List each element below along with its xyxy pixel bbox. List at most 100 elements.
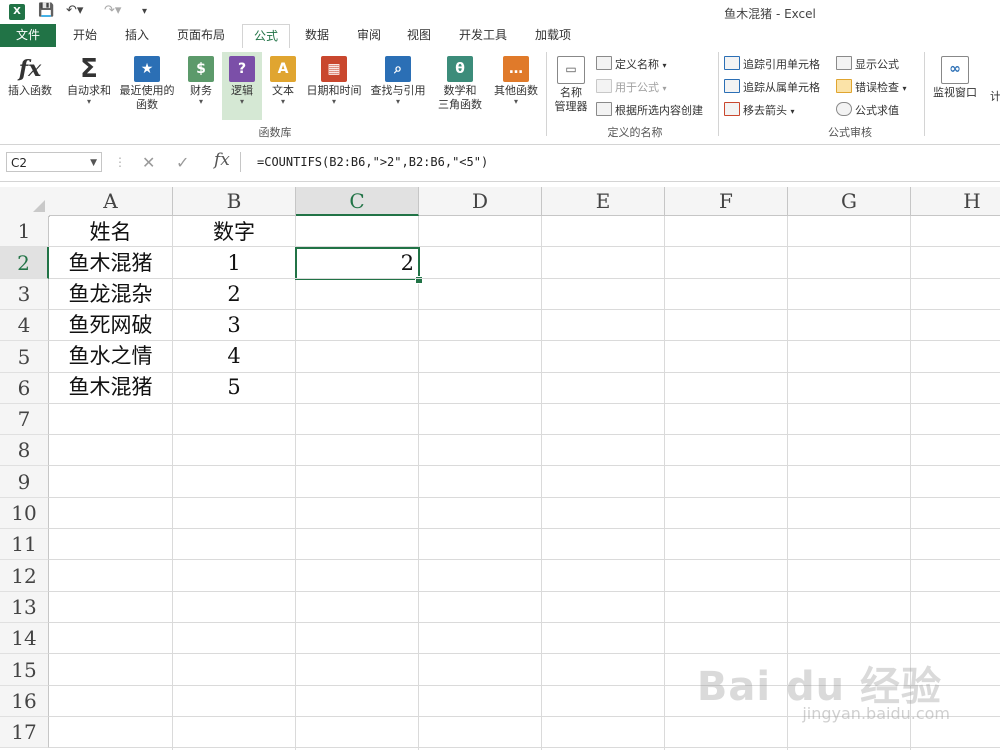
more-functions-button[interactable]: … 其他函数 ▾ bbox=[490, 56, 542, 106]
row-header-11[interactable]: 11 bbox=[0, 529, 49, 560]
calendar-icon: ▦ bbox=[321, 56, 347, 82]
chevron-down-icon: ▾ bbox=[662, 84, 667, 93]
row-header-5[interactable]: 5 bbox=[0, 341, 49, 373]
name-tag-icon: ▭ bbox=[557, 56, 585, 84]
gridline bbox=[49, 278, 1000, 279]
gridline bbox=[49, 372, 1000, 373]
cell-b3[interactable]: 2 bbox=[173, 279, 295, 310]
create-from-selection-button[interactable]: 根据所选内容创建 bbox=[596, 102, 703, 118]
group-separator bbox=[718, 52, 719, 136]
column-header-h[interactable]: H bbox=[911, 187, 1000, 216]
calculation-options-button-cutoff[interactable]: 计 bbox=[990, 88, 1000, 104]
select-all-button[interactable] bbox=[0, 187, 50, 217]
row-header-3[interactable]: 3 bbox=[0, 279, 49, 310]
tab-developer[interactable]: 开发工具 bbox=[450, 24, 516, 47]
customize-qat-icon[interactable]: ▾ bbox=[142, 6, 147, 17]
cell-b5[interactable]: 4 bbox=[173, 341, 295, 372]
ribbon: fx 插入函数 Σ 自动求和 ▾ ★ 最近使用的 函数 $ 财务 ▾ ? 逻辑 … bbox=[0, 48, 1000, 145]
date-time-button[interactable]: ▦ 日期和时间 ▾ bbox=[302, 56, 366, 106]
cell-b2[interactable]: 1 bbox=[173, 248, 295, 279]
autosum-button[interactable]: Σ 自动求和 ▾ bbox=[64, 56, 114, 106]
lookup-reference-button[interactable]: ⌕ 查找与引用 ▾ bbox=[368, 56, 428, 106]
row-header-1[interactable]: 1 bbox=[0, 216, 49, 247]
theta-book-icon: θ bbox=[447, 56, 473, 82]
row-header-4[interactable]: 4 bbox=[0, 310, 49, 341]
row-header-12[interactable]: 12 bbox=[0, 560, 49, 592]
formula-input[interactable]: =COUNTIFS(B2:B6,">2",B2:B6,"<5") bbox=[240, 152, 1000, 172]
column-header-g[interactable]: G bbox=[788, 187, 911, 216]
name-manager-button[interactable]: ▭ 名称 管理器 bbox=[550, 56, 592, 114]
error-checking-button[interactable]: 错误检查 ▾ bbox=[836, 79, 907, 95]
tab-addins[interactable]: 加载项 bbox=[526, 24, 580, 47]
remove-arrows-button[interactable]: 移去箭头 ▾ bbox=[724, 102, 795, 118]
tab-view[interactable]: 视图 bbox=[398, 24, 440, 47]
insert-function-icon[interactable]: fx bbox=[214, 150, 230, 170]
evaluate-formula-button[interactable]: 公式求值 bbox=[836, 102, 899, 118]
magnifier-book-icon: ⌕ bbox=[385, 56, 411, 82]
math-trig-button[interactable]: θ 数学和 三角函数 bbox=[430, 56, 490, 112]
trace-precedents-button[interactable]: 追踪引用单元格 bbox=[724, 56, 820, 72]
tab-data[interactable]: 数据 bbox=[296, 24, 338, 47]
cell-a3[interactable]: 鱼龙混杂 bbox=[49, 279, 172, 310]
undo-icon[interactable]: ↶▾ bbox=[66, 3, 83, 18]
chevron-down-icon: ▾ bbox=[280, 97, 285, 106]
cancel-icon[interactable]: ✕ bbox=[142, 153, 155, 172]
cell-a5[interactable]: 鱼水之情 bbox=[49, 341, 172, 372]
cell-a4[interactable]: 鱼死网破 bbox=[49, 310, 172, 341]
row-header-2[interactable]: 2 bbox=[0, 247, 49, 279]
tab-insert[interactable]: 插入 bbox=[116, 24, 158, 47]
row-header-14[interactable]: 14 bbox=[0, 623, 49, 654]
save-icon[interactable]: 💾 bbox=[38, 3, 54, 18]
name-box[interactable]: C2 ▼ bbox=[6, 152, 102, 172]
row-header-17[interactable]: 17 bbox=[0, 717, 49, 748]
chevron-down-icon[interactable]: ▼ bbox=[90, 153, 97, 173]
insert-function-button[interactable]: fx 插入函数 bbox=[4, 56, 56, 98]
formula-bar: C2 ▼ ⋮ ✕ ✓ fx =COUNTIFS(B2:B6,">2",B2:B6… bbox=[0, 145, 1000, 182]
row-header-15[interactable]: 15 bbox=[0, 654, 49, 686]
text-button[interactable]: A 文本 ▾ bbox=[266, 56, 300, 106]
trace-precedents-icon bbox=[724, 56, 740, 70]
financial-button[interactable]: $ 财务 ▾ bbox=[184, 56, 218, 106]
cell-b1[interactable]: 数字 bbox=[173, 217, 295, 248]
active-cell-selection[interactable] bbox=[295, 247, 420, 280]
column-header-c[interactable]: C bbox=[296, 187, 419, 216]
watch-window-button[interactable]: ∞ 监视窗口 bbox=[928, 56, 982, 100]
row-header-13[interactable]: 13 bbox=[0, 592, 49, 623]
trace-dependents-button[interactable]: 追踪从属单元格 bbox=[724, 79, 820, 95]
cell-a1[interactable]: 姓名 bbox=[49, 217, 172, 248]
use-in-formula-button[interactable]: 用于公式 ▾ bbox=[596, 79, 667, 95]
gridline bbox=[49, 559, 1000, 560]
sigma-icon: Σ bbox=[80, 54, 98, 84]
show-formulas-icon bbox=[836, 56, 852, 70]
define-name-button[interactable]: 定义名称 ▾ bbox=[596, 56, 667, 72]
recently-used-button[interactable]: ★ 最近使用的 函数 bbox=[116, 56, 178, 112]
cell-b4[interactable]: 3 bbox=[173, 310, 295, 341]
group-separator bbox=[924, 52, 925, 136]
column-header-a[interactable]: A bbox=[49, 187, 173, 216]
redo-icon[interactable]: ↷▾ bbox=[104, 3, 121, 18]
tab-page-layout[interactable]: 页面布局 bbox=[168, 24, 234, 47]
show-formulas-button[interactable]: 显示公式 bbox=[836, 56, 899, 72]
column-header-d[interactable]: D bbox=[419, 187, 542, 216]
column-header-e[interactable]: E bbox=[542, 187, 665, 216]
row-header-9[interactable]: 9 bbox=[0, 466, 49, 498]
chevron-down-icon: ▾ bbox=[198, 97, 203, 106]
column-header-b[interactable]: B bbox=[173, 187, 296, 216]
tab-formulas[interactable]: 公式 bbox=[242, 24, 290, 50]
cell-b6[interactable]: 5 bbox=[173, 372, 295, 403]
cell-a6[interactable]: 鱼木混猪 bbox=[49, 372, 172, 403]
row-header-7[interactable]: 7 bbox=[0, 404, 49, 435]
title-bar: X 💾 ↶▾ ↷▾ ▾ 鱼木混猪 - Excel bbox=[0, 0, 1000, 24]
enter-icon[interactable]: ✓ bbox=[176, 153, 189, 172]
logical-button[interactable]: ? 逻辑 ▾ bbox=[222, 52, 262, 120]
row-header-10[interactable]: 10 bbox=[0, 498, 49, 529]
tab-file[interactable]: 文件 bbox=[0, 24, 56, 47]
row-header-6[interactable]: 6 bbox=[0, 373, 49, 404]
row-header-8[interactable]: 8 bbox=[0, 435, 49, 466]
row-header-16[interactable]: 16 bbox=[0, 686, 49, 717]
cell-a2[interactable]: 鱼木混猪 bbox=[49, 248, 172, 279]
tab-home[interactable]: 开始 bbox=[64, 24, 106, 47]
tab-review[interactable]: 审阅 bbox=[348, 24, 390, 47]
chevron-down-icon: ▾ bbox=[902, 84, 907, 93]
column-header-f[interactable]: F bbox=[665, 187, 788, 216]
